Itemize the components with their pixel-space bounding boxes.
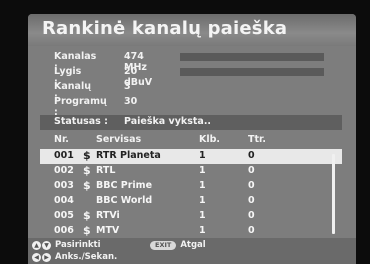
row-ttr: 0: [248, 210, 255, 221]
hint-page: ◀ ▶ Anks./Sekan.: [32, 251, 117, 263]
service-name: RTVi: [96, 210, 120, 221]
row-ttr: 0: [248, 150, 255, 161]
row-number: 001: [54, 150, 74, 161]
signal-level-bar: [180, 68, 324, 76]
table-row[interactable]: 001 $ RTR Planeta 1 0: [40, 149, 342, 164]
row-kib: 1: [199, 180, 206, 191]
title-bar: Rankinė kanalų paieška: [28, 14, 356, 46]
scrambled-icon: $: [83, 149, 91, 162]
row-number: 002: [54, 165, 74, 176]
service-name: RTL: [96, 165, 116, 176]
page-title: Rankinė kanalų paieška: [42, 18, 288, 39]
service-name: BBC World: [96, 195, 153, 206]
exit-key-icon: EXIT: [150, 240, 177, 250]
service-name: RTR Planeta: [96, 150, 161, 161]
header-service: Servisas: [96, 134, 142, 145]
arrow-right-icon: ▶: [42, 252, 51, 262]
row-kib: 1: [199, 165, 206, 176]
arrow-down-icon: ▼: [42, 240, 51, 250]
hint-back-label: Atgal: [180, 240, 206, 250]
status-label: Statusas :: [54, 116, 108, 127]
hint-select: ▲ ▼ Pasirinkti: [32, 239, 101, 251]
row-ttr: 0: [248, 225, 255, 236]
manual-channel-search-panel: Rankinė kanalų paieška Kanalas : 474 MHz…: [28, 14, 356, 264]
service-name: MTV: [96, 225, 120, 236]
hint-select-label: Pasirinkti: [55, 240, 101, 250]
service-list: 001 $ RTR Planeta 1 0 002 $ RTL 1 0 003 …: [40, 149, 342, 239]
row-kib: 1: [199, 210, 206, 221]
help-bar: ▲ ▼ Pasirinkti EXIT Atgal ◀ ▶ Anks./Seka…: [28, 238, 356, 264]
row-ttr: 0: [248, 165, 255, 176]
header-nr: Nr.: [54, 134, 69, 145]
row-number: 003: [54, 180, 74, 191]
row-number: 004: [54, 195, 74, 206]
scrambled-icon: $: [83, 209, 91, 222]
scrambled-icon: $: [83, 224, 91, 237]
arrow-up-icon: ▲: [32, 240, 41, 250]
row-ttr: 0: [248, 195, 255, 206]
scrambled-icon: $: [83, 164, 91, 177]
row-ttr: 0: [248, 180, 255, 191]
list-scrollbar[interactable]: [332, 154, 335, 234]
row-kib: 1: [199, 195, 206, 206]
table-header: Nr. Servisas Klb. Ttr.: [28, 134, 356, 148]
row-number: 005: [54, 210, 74, 221]
info-channels-value: 3: [124, 81, 131, 92]
table-row[interactable]: 002 $ RTL 1 0: [40, 164, 342, 179]
header-kib: Klb.: [199, 134, 221, 145]
table-row[interactable]: 006 $ MTV 1 0: [40, 224, 342, 239]
scrambled-icon: $: [83, 179, 91, 192]
service-name: BBC Prime: [96, 180, 153, 191]
table-row[interactable]: 005 $ RTVi 1 0: [40, 209, 342, 224]
status-bar: Statusas : Paieška vykstа..: [40, 115, 342, 130]
table-row[interactable]: 003 $ BBC Prime 1 0: [40, 179, 342, 194]
hint-page-label: Anks./Sekan.: [55, 252, 118, 262]
table-row[interactable]: 004 BBC World 1 0: [40, 194, 342, 209]
row-kib: 1: [199, 225, 206, 236]
arrow-left-icon: ◀: [32, 252, 41, 262]
frequency-bar: [180, 53, 324, 61]
status-value: Paieška vykstа..: [124, 116, 212, 127]
row-kib: 1: [199, 150, 206, 161]
header-ttr: Ttr.: [248, 134, 266, 145]
row-number: 006: [54, 225, 74, 236]
info-programs-value: 30: [124, 96, 138, 107]
hint-back: EXIT Atgal: [150, 239, 206, 251]
